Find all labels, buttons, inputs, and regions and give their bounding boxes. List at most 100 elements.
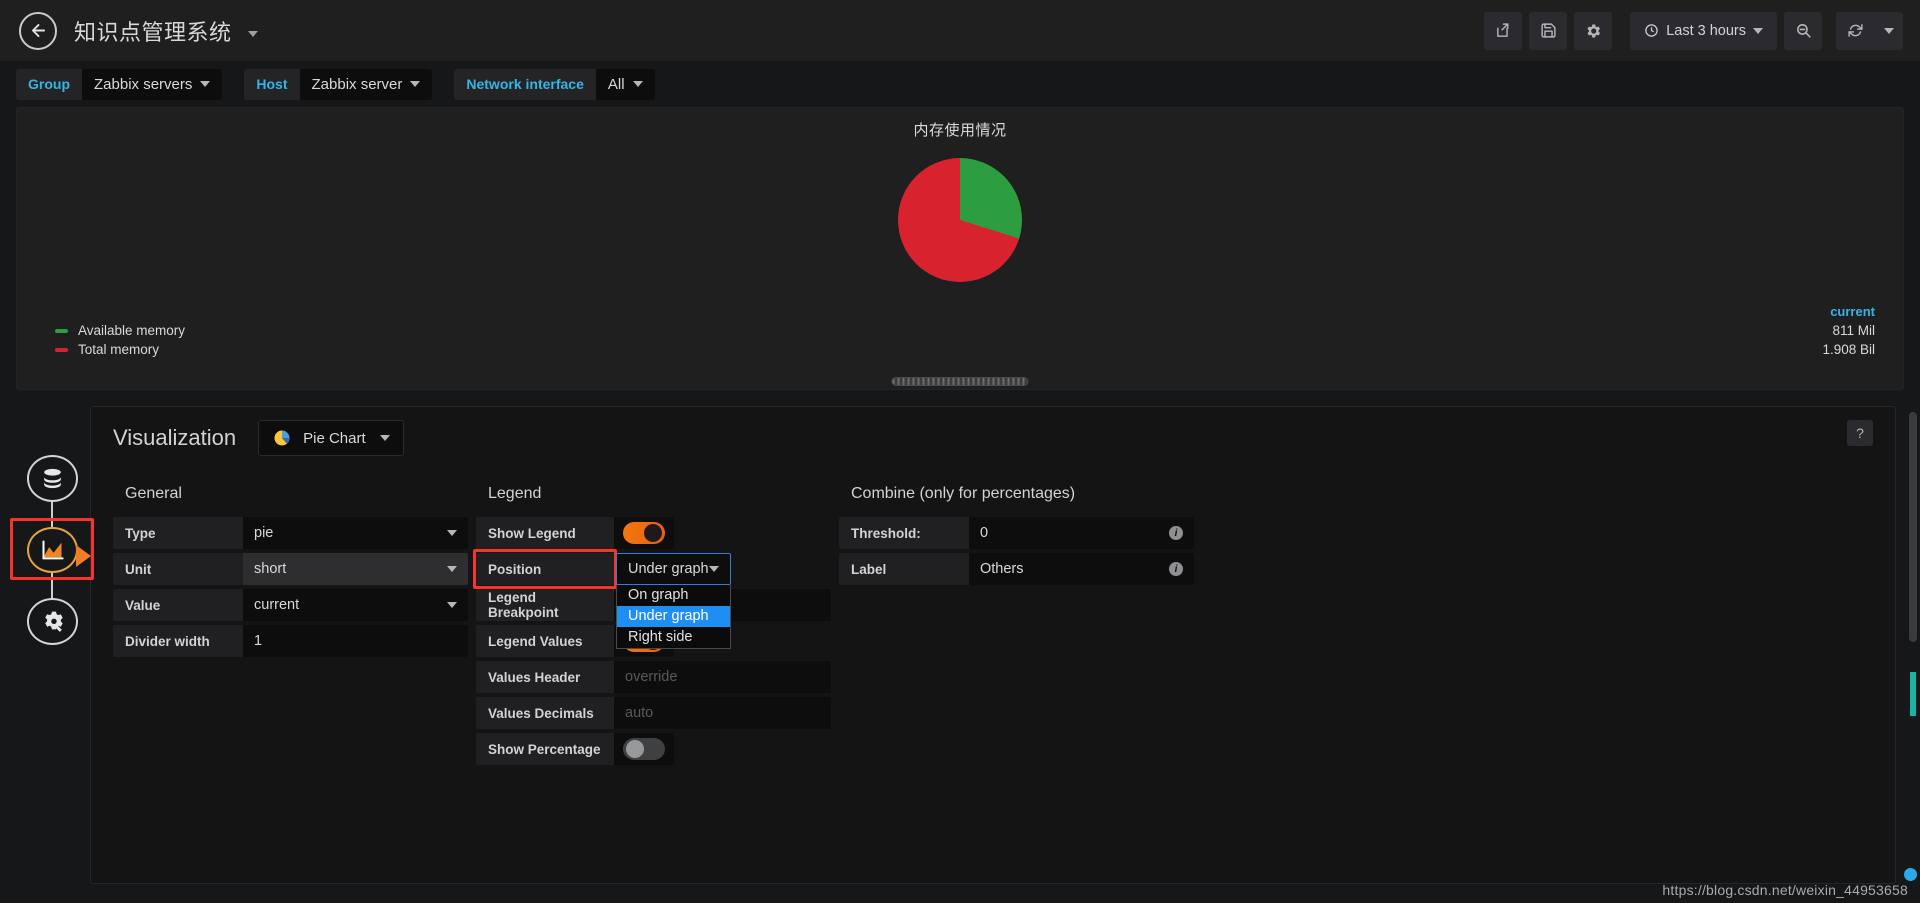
field-unit: Unit short (113, 553, 468, 585)
field-value-divider-width: 1 (254, 633, 263, 649)
dashboard-title-text: 知识点管理系统 (74, 19, 232, 45)
field-input-threshold[interactable]: 0 i (969, 517, 1194, 549)
info-icon[interactable]: i (1169, 526, 1183, 540)
position-dropdown-trigger[interactable]: Under graph (616, 553, 731, 585)
switch-knob (644, 524, 662, 542)
legend-series-name: Total memory (78, 342, 160, 357)
save-dashboard-button[interactable] (1529, 11, 1568, 50)
variable-label-host: Host (244, 68, 300, 100)
time-range-label: Last 3 hours (1666, 22, 1746, 39)
share-dashboard-button[interactable] (1484, 11, 1523, 50)
chevron-down-icon (410, 81, 421, 87)
chevron-down-icon (709, 566, 719, 572)
field-label-combine-label: Label (839, 553, 969, 585)
field-select-value[interactable]: current (243, 589, 468, 621)
general-section: General Type pie Unit short Value curren… (113, 485, 468, 769)
gear-wrench-icon (44, 611, 63, 633)
position-dropdown: Under graph On graph Under graph Right s… (616, 553, 731, 649)
field-input-values-decimals[interactable]: auto (614, 697, 831, 729)
visualization-tab[interactable] (26, 526, 91, 574)
variable-group: Group Zabbix servers (16, 68, 223, 100)
pie-chart[interactable] (898, 158, 1022, 282)
variable-value-host: Zabbix server (311, 75, 403, 93)
variable-label-network-interface: Network interface (454, 68, 596, 100)
switch-knob (626, 740, 644, 758)
field-select-type[interactable]: pie (243, 517, 468, 549)
dropdown-option-under-graph[interactable]: Under graph (617, 606, 730, 627)
field-input-divider-width[interactable]: 1 (243, 625, 468, 657)
refresh-interval-dropdown[interactable] (1874, 11, 1903, 50)
variable-label-group: Group (16, 68, 82, 100)
field-select-unit[interactable]: short (243, 553, 468, 585)
info-icon[interactable]: i (1169, 562, 1183, 576)
field-value-value: current (254, 597, 300, 613)
position-current-value: Under graph (628, 561, 709, 577)
dropdown-option-on-graph[interactable]: On graph (617, 585, 730, 606)
variable-value-group: Zabbix servers (94, 75, 193, 93)
variable-select-host[interactable]: Zabbix server (299, 68, 433, 100)
variable-host: Host Zabbix server (244, 68, 433, 100)
editor-heading: Visualization (113, 425, 237, 450)
panel-title[interactable]: 内存使用情况 (17, 108, 1903, 140)
back-button[interactable] (19, 11, 57, 50)
switch-track (623, 738, 665, 760)
legend-series-value: 811 Mil (1832, 323, 1875, 338)
field-input-values-header[interactable]: override (614, 661, 831, 693)
legend-item-total-memory[interactable]: Total memory 1.908 Bil (41, 340, 1879, 359)
variable-select-network-interface[interactable]: All (595, 68, 655, 100)
legend-section: Legend Show Legend Position Under graph (473, 485, 831, 769)
chevron-down-icon (1883, 27, 1894, 34)
area-chart-icon (41, 539, 64, 559)
field-label-show-percentage: Show Percentage (476, 733, 614, 765)
field-position: Position Under graph On graph Under grap… (473, 549, 831, 649)
watermark-dot-icon (1904, 868, 1917, 881)
dashboard-title[interactable]: 知识点管理系统 (74, 15, 259, 47)
refresh-control (1829, 11, 1903, 50)
field-label-legend-values: Legend Values (476, 625, 614, 657)
combine-section: Combine (only for percentages) Threshold… (839, 485, 1194, 769)
field-label-position: Position (476, 553, 614, 585)
field-value-unit: short (254, 561, 287, 577)
general-section-title: General (125, 485, 182, 502)
visualization-type-select[interactable]: Pie Chart (258, 420, 405, 456)
field-label-values-header: Values Header (476, 661, 614, 693)
field-show-legend: Show Legend (476, 517, 831, 549)
field-label-threshold: Threshold: (839, 517, 969, 549)
switch-track (623, 522, 665, 544)
editor-header: Visualization Pie Chart ? (91, 407, 1895, 469)
field-label-legend-breakpoint: Legend Breakpoint (476, 589, 614, 621)
toggle-show-percentage[interactable] (614, 733, 674, 765)
time-range-picker[interactable]: Last 3 hours (1630, 11, 1777, 50)
panel-resize-handle[interactable] (891, 377, 1029, 386)
refresh-button[interactable] (1836, 11, 1874, 50)
dashboard-settings-button[interactable] (1574, 11, 1613, 50)
field-value: Value current (113, 589, 468, 621)
zoom-out-button[interactable] (1784, 11, 1822, 50)
chevron-down-icon (380, 435, 391, 441)
page-scrollbar-thumb[interactable] (1909, 412, 1917, 642)
legend-item-available-memory[interactable]: Available memory 811 Mil (41, 321, 1879, 340)
field-placeholder-values-decimals: auto (625, 705, 654, 721)
queries-tab[interactable] (26, 455, 78, 502)
field-input-combine-label[interactable]: Others i (969, 553, 1194, 585)
chevron-down-icon (447, 602, 457, 608)
help-button[interactable]: ? (1847, 420, 1873, 446)
field-combine-label: Label Others i (839, 553, 1194, 585)
database-icon (43, 468, 61, 488)
share-icon (1496, 23, 1509, 37)
variable-network-interface: Network interface All (454, 68, 655, 100)
variable-select-group[interactable]: Zabbix servers (82, 68, 223, 100)
general-settings-tab[interactable] (26, 598, 78, 646)
field-label-type: Type (113, 517, 243, 549)
field-value-combine-label: Others (980, 561, 1024, 577)
field-type: Type pie (113, 517, 468, 549)
visualization-type-label: Pie Chart (303, 429, 366, 447)
toggle-show-legend[interactable] (614, 517, 674, 549)
field-value-type: pie (254, 525, 274, 541)
dropdown-option-right-side[interactable]: Right side (617, 627, 730, 648)
chevron-down-icon (447, 566, 457, 572)
chevron-down-icon (632, 81, 643, 87)
watermark-url: https://blog.csdn.net/weixin_44953658 (1662, 882, 1908, 898)
selection-arrow-icon (75, 544, 91, 567)
pie-chart-icon (274, 430, 290, 446)
